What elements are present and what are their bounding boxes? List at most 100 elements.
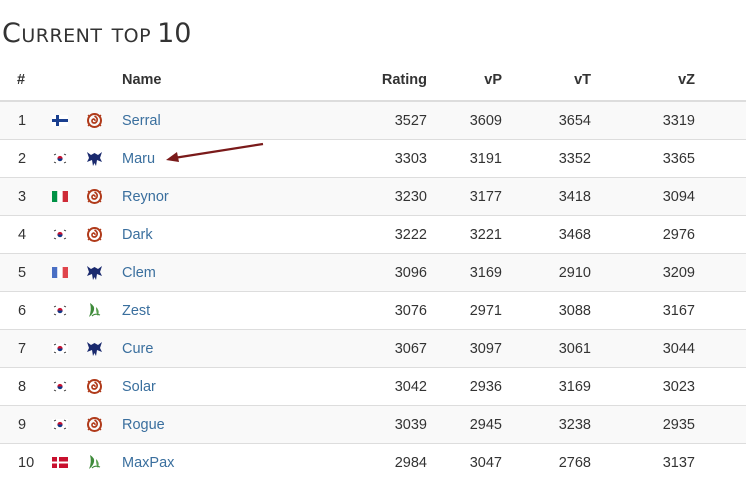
header-race xyxy=(86,60,122,102)
race-cell xyxy=(86,215,122,254)
race-cell xyxy=(86,100,122,140)
vp-cell: 3169 xyxy=(450,253,539,292)
name-cell: MaxPax xyxy=(122,443,322,481)
table-header-row: # Name Rating vP vT vZ xyxy=(0,60,746,102)
protoss-icon xyxy=(86,454,103,471)
flag-cell xyxy=(52,177,86,216)
header-flag xyxy=(52,60,86,102)
player-link[interactable]: Rogue xyxy=(122,417,165,433)
zerg-icon xyxy=(86,378,103,395)
protoss-icon xyxy=(86,302,103,319)
zerg-icon xyxy=(86,416,103,433)
vp-cell: 2945 xyxy=(450,405,539,444)
vt-cell: 3088 xyxy=(539,291,628,330)
player-link[interactable]: Dark xyxy=(122,227,153,243)
vp-cell: 3221 xyxy=(450,215,539,254)
table-row: 9 Rogue 3039 2945 3238 2935 xyxy=(0,405,746,444)
vp-cell: 3047 xyxy=(450,443,539,481)
header-vz[interactable]: vZ xyxy=(628,60,746,102)
rank-cell: 7 xyxy=(0,329,52,368)
vp-cell: 3609 xyxy=(450,100,539,140)
player-link[interactable]: Maru xyxy=(122,151,155,167)
kr-flag-icon xyxy=(52,343,68,355)
table-row: 4 Dark 3222 3221 3468 2976 xyxy=(0,215,746,254)
race-cell xyxy=(86,443,122,481)
kr-flag-icon xyxy=(52,419,68,431)
vt-cell: 2910 xyxy=(539,253,628,292)
terran-icon xyxy=(86,264,103,281)
player-link[interactable]: Zest xyxy=(122,303,150,319)
page-title: Current top 10 xyxy=(2,16,191,52)
flag-cell xyxy=(52,100,86,140)
flag-cell xyxy=(52,405,86,444)
it-flag-icon xyxy=(52,191,68,203)
rating-cell: 2984 xyxy=(322,443,450,481)
header-vt[interactable]: vT xyxy=(539,60,628,102)
vt-cell: 3418 xyxy=(539,177,628,216)
name-cell: Clem xyxy=(122,253,322,292)
player-link[interactable]: Serral xyxy=(122,113,161,129)
fi-flag-icon xyxy=(52,115,68,127)
name-cell: Rogue xyxy=(122,405,322,444)
title-text: Current top xyxy=(2,18,152,49)
vz-cell: 3209 xyxy=(628,253,746,292)
header-name[interactable]: Name xyxy=(122,60,322,102)
flag-cell xyxy=(52,367,86,406)
race-cell xyxy=(86,329,122,368)
rank-cell: 6 xyxy=(0,291,52,330)
rank-cell: 10 xyxy=(0,443,52,481)
player-link[interactable]: Reynor xyxy=(122,189,169,205)
player-link[interactable]: MaxPax xyxy=(122,455,174,471)
vt-cell: 3169 xyxy=(539,367,628,406)
player-link[interactable]: Solar xyxy=(122,379,156,395)
vz-cell: 3044 xyxy=(628,329,746,368)
rank-cell: 1 xyxy=(0,100,52,140)
name-cell: Solar xyxy=(122,367,322,406)
vp-cell: 3177 xyxy=(450,177,539,216)
vp-cell: 3191 xyxy=(450,139,539,178)
rating-cell: 3230 xyxy=(322,177,450,216)
race-cell xyxy=(86,291,122,330)
rank-cell: 8 xyxy=(0,367,52,406)
vz-cell: 3365 xyxy=(628,139,746,178)
terran-icon xyxy=(86,150,103,167)
vz-cell: 3023 xyxy=(628,367,746,406)
flag-cell xyxy=(52,329,86,368)
name-cell: Dark xyxy=(122,215,322,254)
name-cell: Serral xyxy=(122,100,322,140)
player-link[interactable]: Cure xyxy=(122,341,153,357)
vt-cell: 2768 xyxy=(539,443,628,481)
kr-flag-icon xyxy=(52,229,68,241)
table-row: 6 Zest 3076 2971 3088 3167 xyxy=(0,291,746,330)
vt-cell: 3061 xyxy=(539,329,628,368)
vz-cell: 2935 xyxy=(628,405,746,444)
vz-cell: 3094 xyxy=(628,177,746,216)
header-rank[interactable]: # xyxy=(0,60,52,102)
arrow-annotation-icon xyxy=(166,142,264,162)
fr-flag-icon xyxy=(52,267,68,279)
table-row: 10 MaxPax 2984 3047 2768 3137 xyxy=(0,443,746,481)
vp-cell: 2936 xyxy=(450,367,539,406)
rating-cell: 3096 xyxy=(322,253,450,292)
player-link[interactable]: Clem xyxy=(122,265,156,281)
flag-cell xyxy=(52,215,86,254)
zerg-icon xyxy=(86,188,103,205)
rating-cell: 3527 xyxy=(322,100,450,140)
vp-cell: 2971 xyxy=(450,291,539,330)
zerg-icon xyxy=(86,226,103,243)
rating-cell: 3042 xyxy=(322,367,450,406)
vt-cell: 3352 xyxy=(539,139,628,178)
vz-cell: 3319 xyxy=(628,100,746,140)
kr-flag-icon xyxy=(52,381,68,393)
vt-cell: 3238 xyxy=(539,405,628,444)
vt-cell: 3468 xyxy=(539,215,628,254)
rating-cell: 3303 xyxy=(322,139,450,178)
table-row: 1 Serral 3527 3609 3654 3319 xyxy=(0,100,746,140)
header-vp[interactable]: vP xyxy=(450,60,539,102)
race-cell xyxy=(86,367,122,406)
rating-cell: 3222 xyxy=(322,215,450,254)
name-cell: Cure xyxy=(122,329,322,368)
header-rating[interactable]: Rating xyxy=(322,60,450,102)
table-row: 5 Clem 3096 3169 2910 3209 xyxy=(0,253,746,292)
race-cell xyxy=(86,139,122,178)
